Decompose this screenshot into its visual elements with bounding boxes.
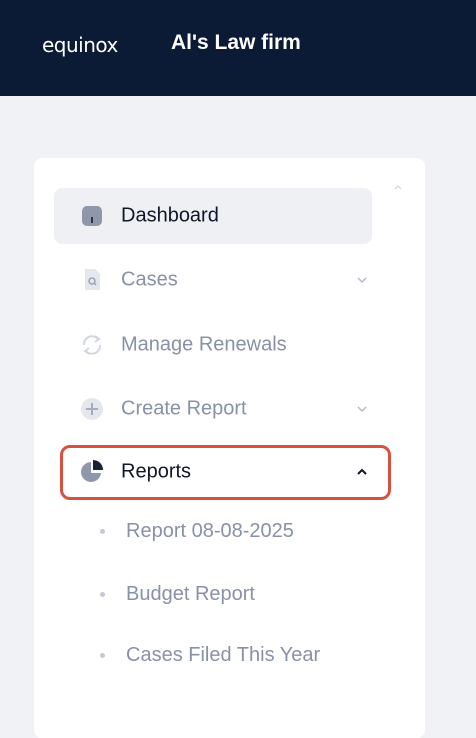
chevron-down-icon[interactable] <box>354 401 370 417</box>
bullet <box>100 591 105 597</box>
submenu-item-label: Budget Report <box>126 582 255 605</box>
bullet <box>100 652 105 658</box>
submenu-item-cases-filed-this-year[interactable]: Cases Filed This Year <box>100 635 320 675</box>
top-bar: equinox Al's Law firm <box>0 0 476 96</box>
submenu-item-label: Cases Filed This Year <box>126 643 321 666</box>
sidebar-item-label: Manage Renewals <box>121 333 287 356</box>
submenu-item-label: Report 08-08-2025 <box>126 519 294 542</box>
sidebar-item-label: Reports <box>121 460 192 483</box>
chevron-up-icon[interactable] <box>354 464 370 480</box>
scroll-up-icon[interactable] <box>393 182 403 192</box>
sidebar-item-reports[interactable]: Reports <box>54 444 372 500</box>
submenu-item-report-08-08-2025[interactable]: Report 08-08-2025 <box>100 511 294 551</box>
sidebar-item-dashboard[interactable]: Dashboard <box>54 188 372 244</box>
file-search-icon <box>80 268 104 292</box>
pie-chart-icon <box>80 460 104 484</box>
plus-circle-icon <box>80 397 104 421</box>
refresh-icon <box>80 333 104 357</box>
chevron-down-icon[interactable] <box>354 272 370 288</box>
sidebar-item-label: Dashboard <box>121 204 219 227</box>
sidebar-item-create-report[interactable]: Create Report <box>54 381 372 437</box>
submenu-item-budget-report[interactable]: Budget Report <box>100 574 255 614</box>
sidebar-item-label: Create Report <box>121 397 247 420</box>
firm-name: Al's Law firm <box>171 31 301 54</box>
dashboard-icon <box>80 204 104 228</box>
sidebar-item-label: Cases <box>121 268 178 291</box>
equinox-logo[interactable]: equinox <box>42 33 118 57</box>
sidebar-item-manage-renewals[interactable]: Manage Renewals <box>54 317 372 373</box>
sidebar-item-cases[interactable]: Cases <box>54 252 372 308</box>
bullet <box>100 528 105 534</box>
